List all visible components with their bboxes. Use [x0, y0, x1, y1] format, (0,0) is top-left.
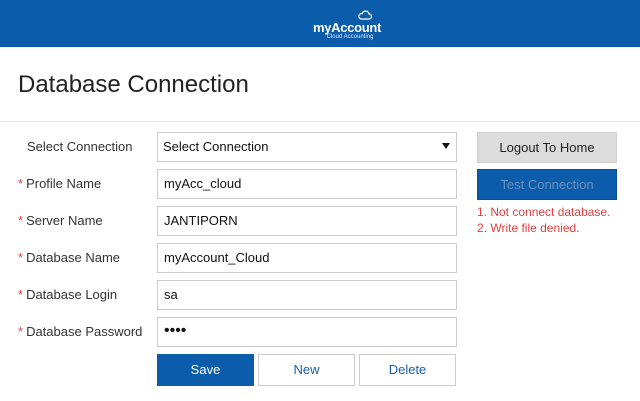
caret-down-icon — [442, 143, 450, 149]
title-divider — [0, 121, 640, 122]
database-login-label: * Database Login — [18, 287, 117, 303]
select-connection-label: Select Connection — [27, 139, 133, 154]
server-name-input[interactable]: JANTIPORN — [157, 206, 457, 236]
database-name-input[interactable]: myAccount_Cloud — [157, 243, 457, 273]
database-name-label-text: Database Name — [26, 250, 121, 265]
test-connection-button[interactable]: Test Connection — [477, 169, 617, 200]
required-mark: * — [18, 176, 24, 191]
logo-title: myAccount — [312, 20, 382, 35]
required-mark: * — [18, 287, 24, 302]
error-message: 2. Write file denied. — [477, 221, 580, 235]
select-connection-dropdown[interactable]: Select Connection — [157, 132, 457, 162]
database-password-label-text: Database Password — [26, 324, 143, 339]
error-message: 1. Not connect database. — [477, 205, 611, 219]
database-password-label: * Database Password — [18, 324, 142, 340]
server-name-label-text: Server Name — [26, 213, 103, 228]
required-mark: * — [18, 324, 24, 339]
database-name-label: * Database Name — [18, 250, 120, 266]
server-name-label: * Server Name — [18, 213, 103, 229]
profile-name-label-text: Profile Name — [26, 176, 102, 191]
logo-title-main: Account — [331, 20, 382, 35]
database-login-label-text: Database Login — [26, 287, 118, 302]
select-connection-value: Select Connection — [163, 139, 269, 154]
required-mark: * — [18, 250, 24, 265]
logo-title-prefix: my — [312, 20, 332, 35]
delete-button[interactable]: Delete — [359, 354, 456, 386]
database-password-input[interactable]: •••• — [157, 317, 457, 347]
cloud-icon — [358, 10, 372, 20]
page-title: Database Connection — [18, 71, 249, 98]
save-button[interactable]: Save — [157, 354, 254, 386]
logout-to-home-button[interactable]: Logout To Home — [477, 132, 617, 163]
new-button[interactable]: New — [258, 354, 355, 386]
profile-name-input[interactable]: myAcc_cloud — [157, 169, 457, 199]
database-login-input[interactable]: sa — [157, 280, 457, 310]
app-logo[interactable]: myAccount Cloud Accounting — [300, 10, 390, 42]
required-mark: * — [18, 213, 24, 228]
top-bar: myAccount Cloud Accounting — [0, 0, 640, 47]
logo-subtitle: Cloud Accounting — [326, 34, 374, 40]
profile-name-label: * Profile Name — [18, 176, 101, 192]
